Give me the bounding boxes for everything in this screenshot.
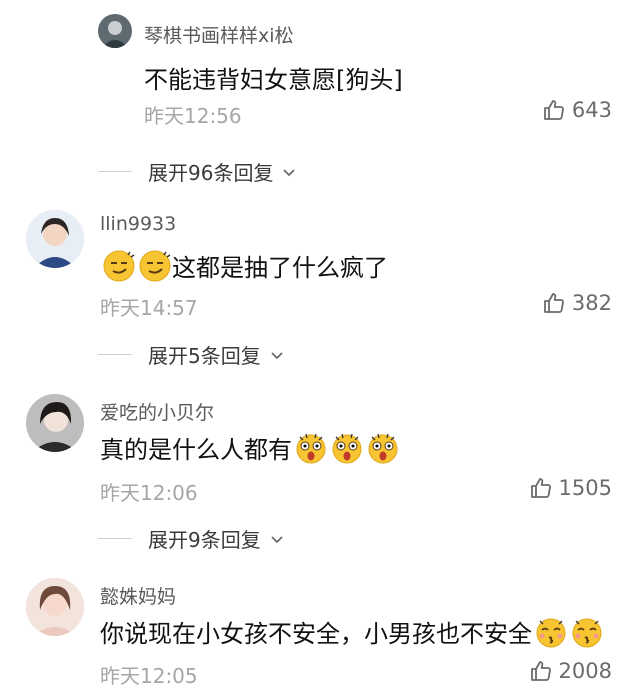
shocked-emoji-icon xyxy=(330,431,364,465)
divider-line xyxy=(98,354,132,355)
comment-time: 昨天12:05 xyxy=(100,664,198,688)
comment-text-value: 不能违背妇女意愿[狗头] xyxy=(144,66,403,94)
chevron-down-icon xyxy=(271,535,283,543)
comment-text: 你说现在小女孩不安全，小男孩也不安全 xyxy=(100,614,604,649)
thumbs-up-icon xyxy=(529,476,553,500)
thumbs-up-icon xyxy=(542,291,566,315)
divider-line xyxy=(98,538,132,539)
comment-time: 昨天12:06 xyxy=(100,481,198,505)
shocked-emoji-icon xyxy=(294,431,328,465)
thumbs-up-icon xyxy=(529,659,553,683)
chevron-down-icon xyxy=(283,168,296,176)
like-button[interactable]: 1505 xyxy=(529,476,612,500)
username[interactable]: 爱吃的小贝尔 xyxy=(100,398,214,425)
chevron-down-icon xyxy=(271,351,283,359)
divider-line xyxy=(98,171,132,172)
comment-time: 昨天12:56 xyxy=(144,104,242,128)
like-button[interactable]: 2008 xyxy=(529,659,612,683)
like-count: 2008 xyxy=(558,659,612,683)
comment-text: 真的是什么人都有 xyxy=(100,430,400,465)
expand-replies-label: 展开9条回复 xyxy=(148,528,261,552)
expand-replies-button[interactable]: 展开5条回复 xyxy=(98,340,285,369)
smirk-emoji-icon xyxy=(102,249,136,283)
username[interactable]: llin9933 xyxy=(100,213,176,235)
like-count: 1505 xyxy=(558,476,612,500)
comment-text: 这都是抽了什么疯了 xyxy=(100,248,388,283)
smirk-emoji-icon xyxy=(138,249,172,283)
like-count: 643 xyxy=(571,98,612,122)
avatar[interactable] xyxy=(26,210,84,268)
username[interactable]: 懿姝妈妈 xyxy=(100,582,176,609)
thumbs-up-icon xyxy=(542,98,566,122)
avatar[interactable] xyxy=(98,14,132,48)
comment-text-value: 你说现在小女孩不安全，小男孩也不安全 xyxy=(100,620,532,648)
shocked-emoji-icon xyxy=(366,431,400,465)
comment-text: 不能违背妇女意愿[狗头] xyxy=(144,60,403,95)
comment-time: 昨天14:57 xyxy=(100,296,198,320)
like-button[interactable]: 382 xyxy=(542,291,612,315)
expand-replies-label: 展开96条回复 xyxy=(148,161,274,185)
kiss-emoji-icon xyxy=(534,615,568,649)
username[interactable]: 琴棋书画样样xi松 xyxy=(144,21,294,48)
expand-replies-button[interactable]: 展开96条回复 xyxy=(98,157,297,186)
expand-replies-button[interactable]: 展开9条回复 xyxy=(98,524,285,553)
kiss-emoji-icon xyxy=(570,615,604,649)
comment-text-value: 真的是什么人都有 xyxy=(100,436,292,464)
expand-replies-label: 展开5条回复 xyxy=(148,344,261,368)
like-button[interactable]: 643 xyxy=(542,98,612,122)
comment-text-value: 这都是抽了什么疯了 xyxy=(172,254,388,282)
avatar[interactable] xyxy=(26,394,84,452)
like-count: 382 xyxy=(571,291,612,315)
avatar[interactable] xyxy=(26,578,84,636)
